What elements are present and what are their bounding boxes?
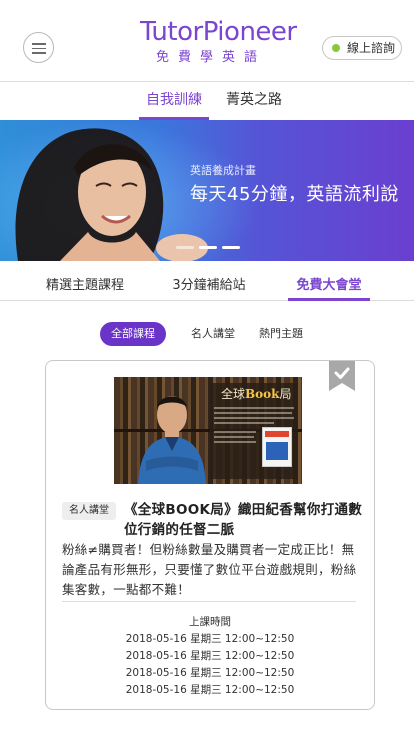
filter-celebrity-lectures[interactable]: 名人講堂 xyxy=(180,322,246,346)
tab-featured-courses[interactable]: 精選主題課程 xyxy=(40,275,130,301)
course-card[interactable]: 全球Book局 名人講堂 《全球BOOK局》織田紀香幫你打通數位行銷的任督二脈 … xyxy=(45,360,375,710)
banner-headline: 每天45分鐘，英語流利說 xyxy=(190,184,399,205)
schedule-row: 2018-05-16 星期三 12:00~12:50 xyxy=(125,667,295,679)
course-thumbnail[interactable]: 全球Book局 xyxy=(114,377,302,484)
category-tabs: 精選主題課程 3分鐘補給站 免費大會堂 xyxy=(0,271,414,301)
banner-dot-2[interactable] xyxy=(199,246,217,249)
filter-hot-topics[interactable]: 熱門主題 xyxy=(248,322,314,346)
schedule-label: 上課時間 xyxy=(189,616,231,628)
schedule-row: 2018-05-16 星期三 12:00~12:50 xyxy=(125,633,295,645)
card-divider xyxy=(62,601,356,602)
banner-dot-3[interactable] xyxy=(222,246,240,249)
tab-free-hall[interactable]: 免費大會堂 xyxy=(288,275,370,301)
banner-subtitle: 英語養成計畫 xyxy=(190,164,256,177)
consult-label: 線上諮詢 xyxy=(347,41,396,55)
course-description: 粉絲≠購買者！但粉絲數量及購買者一定成正比！無論產品有形無形，只要懂了數位平台遊… xyxy=(62,542,357,597)
promo-banner[interactable]: 英語養成計畫 每天45分鐘，英語流利說 xyxy=(0,120,414,261)
hamburger-menu-icon[interactable] xyxy=(23,32,54,63)
logo-title: TutorPioneer xyxy=(140,17,297,47)
bookmark-check-icon[interactable] xyxy=(329,361,355,391)
logo-subtitle: 免費學英語 xyxy=(155,50,266,65)
speaker-photo xyxy=(138,396,206,484)
top-nav: 自我訓練 菁英之路 xyxy=(0,83,414,120)
filter-all-courses[interactable]: 全部課程 xyxy=(100,322,166,346)
brand-logo[interactable]: TutorPioneer 免費學英語 xyxy=(140,16,297,66)
app-header: TutorPioneer 免費學英語 線上諮詢 xyxy=(0,0,414,82)
schedule-row: 2018-05-16 星期三 12:00~12:50 xyxy=(125,684,295,696)
tab-elite-path[interactable]: 菁英之路 xyxy=(218,83,290,120)
tab-self-training[interactable]: 自我訓練 xyxy=(139,83,209,120)
course-title[interactable]: 《全球BOOK局》織田紀香幫你打通數位行銷的任督二脈 xyxy=(124,500,368,540)
online-consult-button[interactable]: 線上諮詢 xyxy=(322,36,402,60)
filter-pills: 全部課程 名人講堂 熱門主題 xyxy=(0,322,414,346)
course-tag: 名人講堂 xyxy=(62,502,116,520)
schedule-list: 2018-05-16 星期三 12:00~12:50 2018-05-16 星期… xyxy=(46,631,374,699)
thumbnail-title: 全球Book局 xyxy=(221,387,292,401)
banner-dot-1[interactable] xyxy=(176,246,194,249)
online-status-dot-icon xyxy=(332,44,340,52)
tab-3min-station[interactable]: 3分鐘補給站 xyxy=(168,275,250,301)
schedule-row: 2018-05-16 星期三 12:00~12:50 xyxy=(125,650,295,662)
banner-pagination xyxy=(176,246,240,250)
book-cover-icon xyxy=(262,427,292,467)
